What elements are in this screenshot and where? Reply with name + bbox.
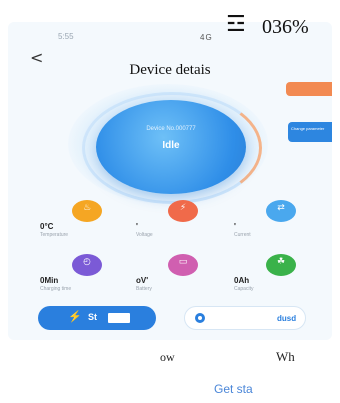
wifi-icon: ☲ [226,12,246,37]
stop-charging-button[interactable]: dusd [184,306,306,330]
get-status-link[interactable]: Get sta [214,382,253,396]
clock-icon-glyph: ◴ [83,257,91,267]
metric-label: Charging time [40,286,72,292]
start-label-redacted [108,313,130,323]
leaf-icon: ☘ [266,254,296,276]
start-label: St [88,312,97,322]
start-charging-button[interactable]: ⚡ St [38,306,156,330]
lightning-icon: ⚡ [68,311,82,323]
power-readout: ow [160,350,175,364]
metric-label: Current [234,232,251,238]
metric-temperature: ♨ 0°C Temperature [40,200,130,244]
device-status-circle[interactable]: Device No.000777 Idle [96,100,246,194]
metric-capacity: ☘ 0Ah Capacity [234,254,324,298]
metric-value: ' [136,222,138,231]
status-bar: 5:55 4G ☲ 036% [0,0,340,44]
alert-tag[interactable] [286,82,332,96]
page-title: Device detais [129,62,211,78]
metric-label: Battery [136,286,152,292]
stop-label: dusd [277,314,297,323]
metric-value: 0Ah [234,276,250,285]
metric-label: Capacity [234,286,254,292]
metric-value: oV' [136,276,149,285]
voltage-icon-glyph: ⚡ [179,203,187,213]
metric-charging-time: ◴ 0Min Charging time [40,254,130,298]
battery-percent: 036% [262,16,309,38]
metric-value: 0°C [40,222,54,231]
status-time: 5:55 [58,32,74,41]
energy-readout: Wh [276,349,295,364]
metric-voltage: ⚡ ' Voltage [136,200,226,244]
change-parameter-button[interactable]: Change parameter [288,122,332,142]
metric-battery: ▭ oV' Battery [136,254,226,298]
device-name: Device No.000777 [146,126,196,132]
metric-label: Voltage [136,232,153,238]
current-icon-glyph: ⇄ [277,203,285,213]
thermometer-icon-glyph: ♨ [82,203,92,213]
metric-label: Temperature [40,232,69,238]
app-screen: 5:55 4G ☲ 036% < Device detais Device No… [0,0,340,403]
battery-icon-glyph: ▭ [178,257,188,267]
metric-value: ' [234,222,236,231]
voltage-icon: ⚡ [168,200,198,222]
clock-icon: ◴ [72,254,102,276]
leaf-icon-glyph: ☘ [276,257,286,267]
battery-icon: ▭ [168,254,198,276]
device-state: Idle [162,140,180,151]
metric-current: ⇄ ' Current [234,200,324,244]
current-icon: ⇄ [266,200,296,222]
metric-value: 0Min [40,276,59,285]
thermometer-icon: ♨ [72,200,102,222]
stop-icon [195,313,205,323]
signal-icon: 4G [200,33,213,42]
